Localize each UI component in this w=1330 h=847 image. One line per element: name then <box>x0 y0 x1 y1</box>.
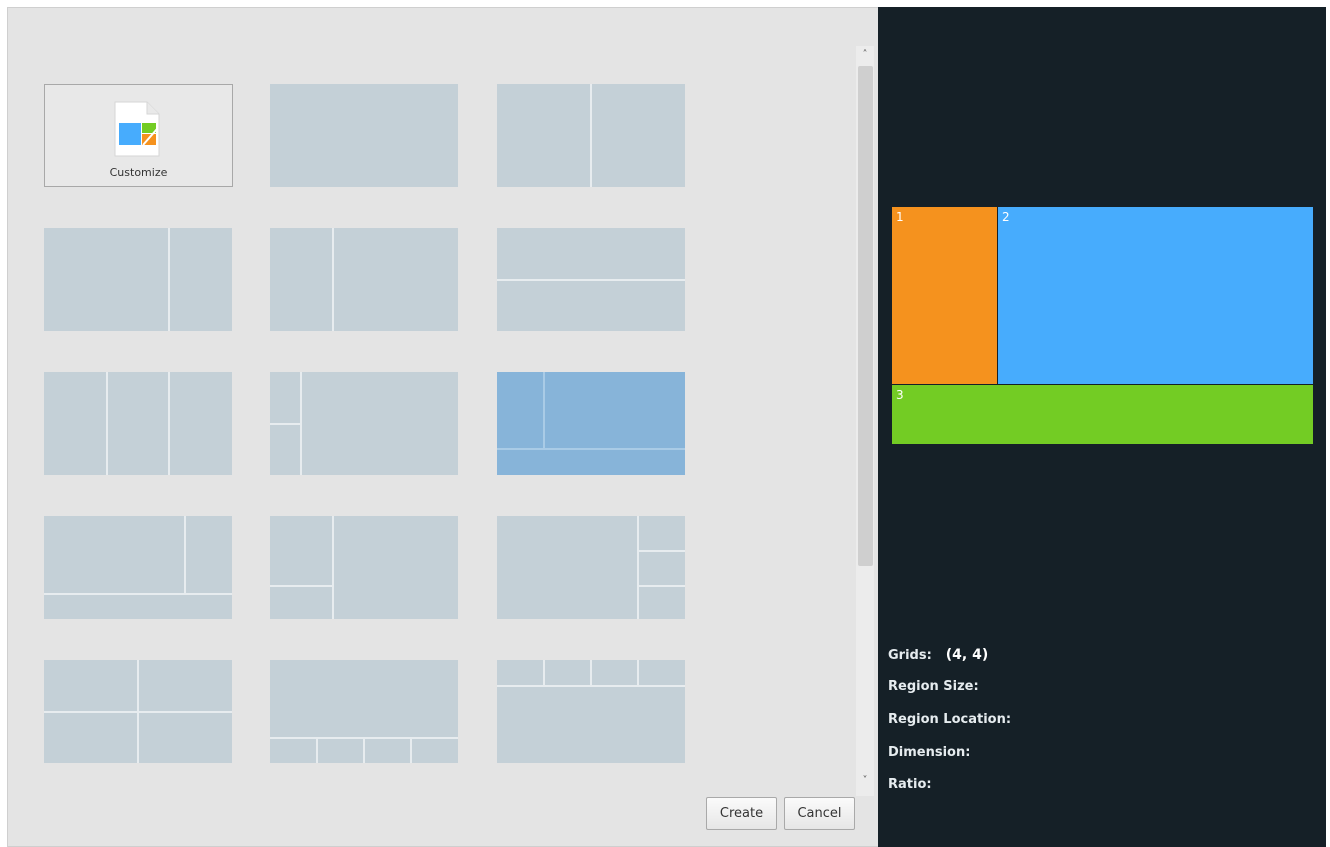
region-size-label: Region Size: <box>888 679 979 694</box>
customize-document-icon <box>114 101 160 157</box>
template-tile-2[interactable] <box>497 84 685 187</box>
preview-region-3: 3 <box>892 385 1313 444</box>
region-number: 2 <box>1002 210 1010 224</box>
template-tile-6[interactable] <box>44 372 232 475</box>
template-tile-8-selected[interactable] <box>497 372 685 475</box>
layout-preview: 1 2 3 <box>892 207 1313 444</box>
customize-template-tile[interactable]: Customize <box>44 84 233 187</box>
template-tile-9[interactable] <box>44 516 232 619</box>
region-location-label: Region Location: <box>888 712 1012 727</box>
template-tile-3[interactable] <box>44 228 232 331</box>
create-button[interactable]: Create <box>706 797 777 830</box>
scroll-down-arrow-icon[interactable]: ˅ <box>856 772 874 790</box>
customize-label: Customize <box>109 166 168 179</box>
template-tile-4[interactable] <box>270 228 458 331</box>
template-tile-14[interactable] <box>497 660 685 763</box>
template-tile-11[interactable] <box>497 516 685 619</box>
scroll-thumb[interactable] <box>858 66 873 566</box>
preview-region-1: 1 <box>892 207 997 384</box>
region-number: 1 <box>896 210 904 224</box>
template-tile-1[interactable] <box>270 84 458 187</box>
grids-info: Grids: (4, 4) <box>888 647 988 663</box>
template-tile-5[interactable] <box>497 228 685 331</box>
template-scrollbar[interactable]: ˄ ˅ <box>856 46 874 796</box>
grids-label: Grids: <box>888 648 932 663</box>
template-tile-10[interactable] <box>270 516 458 619</box>
scroll-up-arrow-icon[interactable]: ˄ <box>856 46 874 64</box>
ratio-label: Ratio: <box>888 777 932 792</box>
region-number: 3 <box>896 388 904 402</box>
cancel-button[interactable]: Cancel <box>784 797 855 830</box>
dimension-label: Dimension: <box>888 745 971 760</box>
template-tile-12[interactable] <box>44 660 232 763</box>
layout-preview-panel: 1 2 3 Grids: (4, 4) Region Size: Region L… <box>878 7 1326 847</box>
preview-region-2: 2 <box>998 207 1313 384</box>
grids-value: (4, 4) <box>945 647 989 663</box>
template-tile-13[interactable] <box>270 660 458 763</box>
template-tile-7[interactable] <box>270 372 458 475</box>
layout-template-panel: Customize ˄ ˅ Create Cancel <box>7 7 878 847</box>
